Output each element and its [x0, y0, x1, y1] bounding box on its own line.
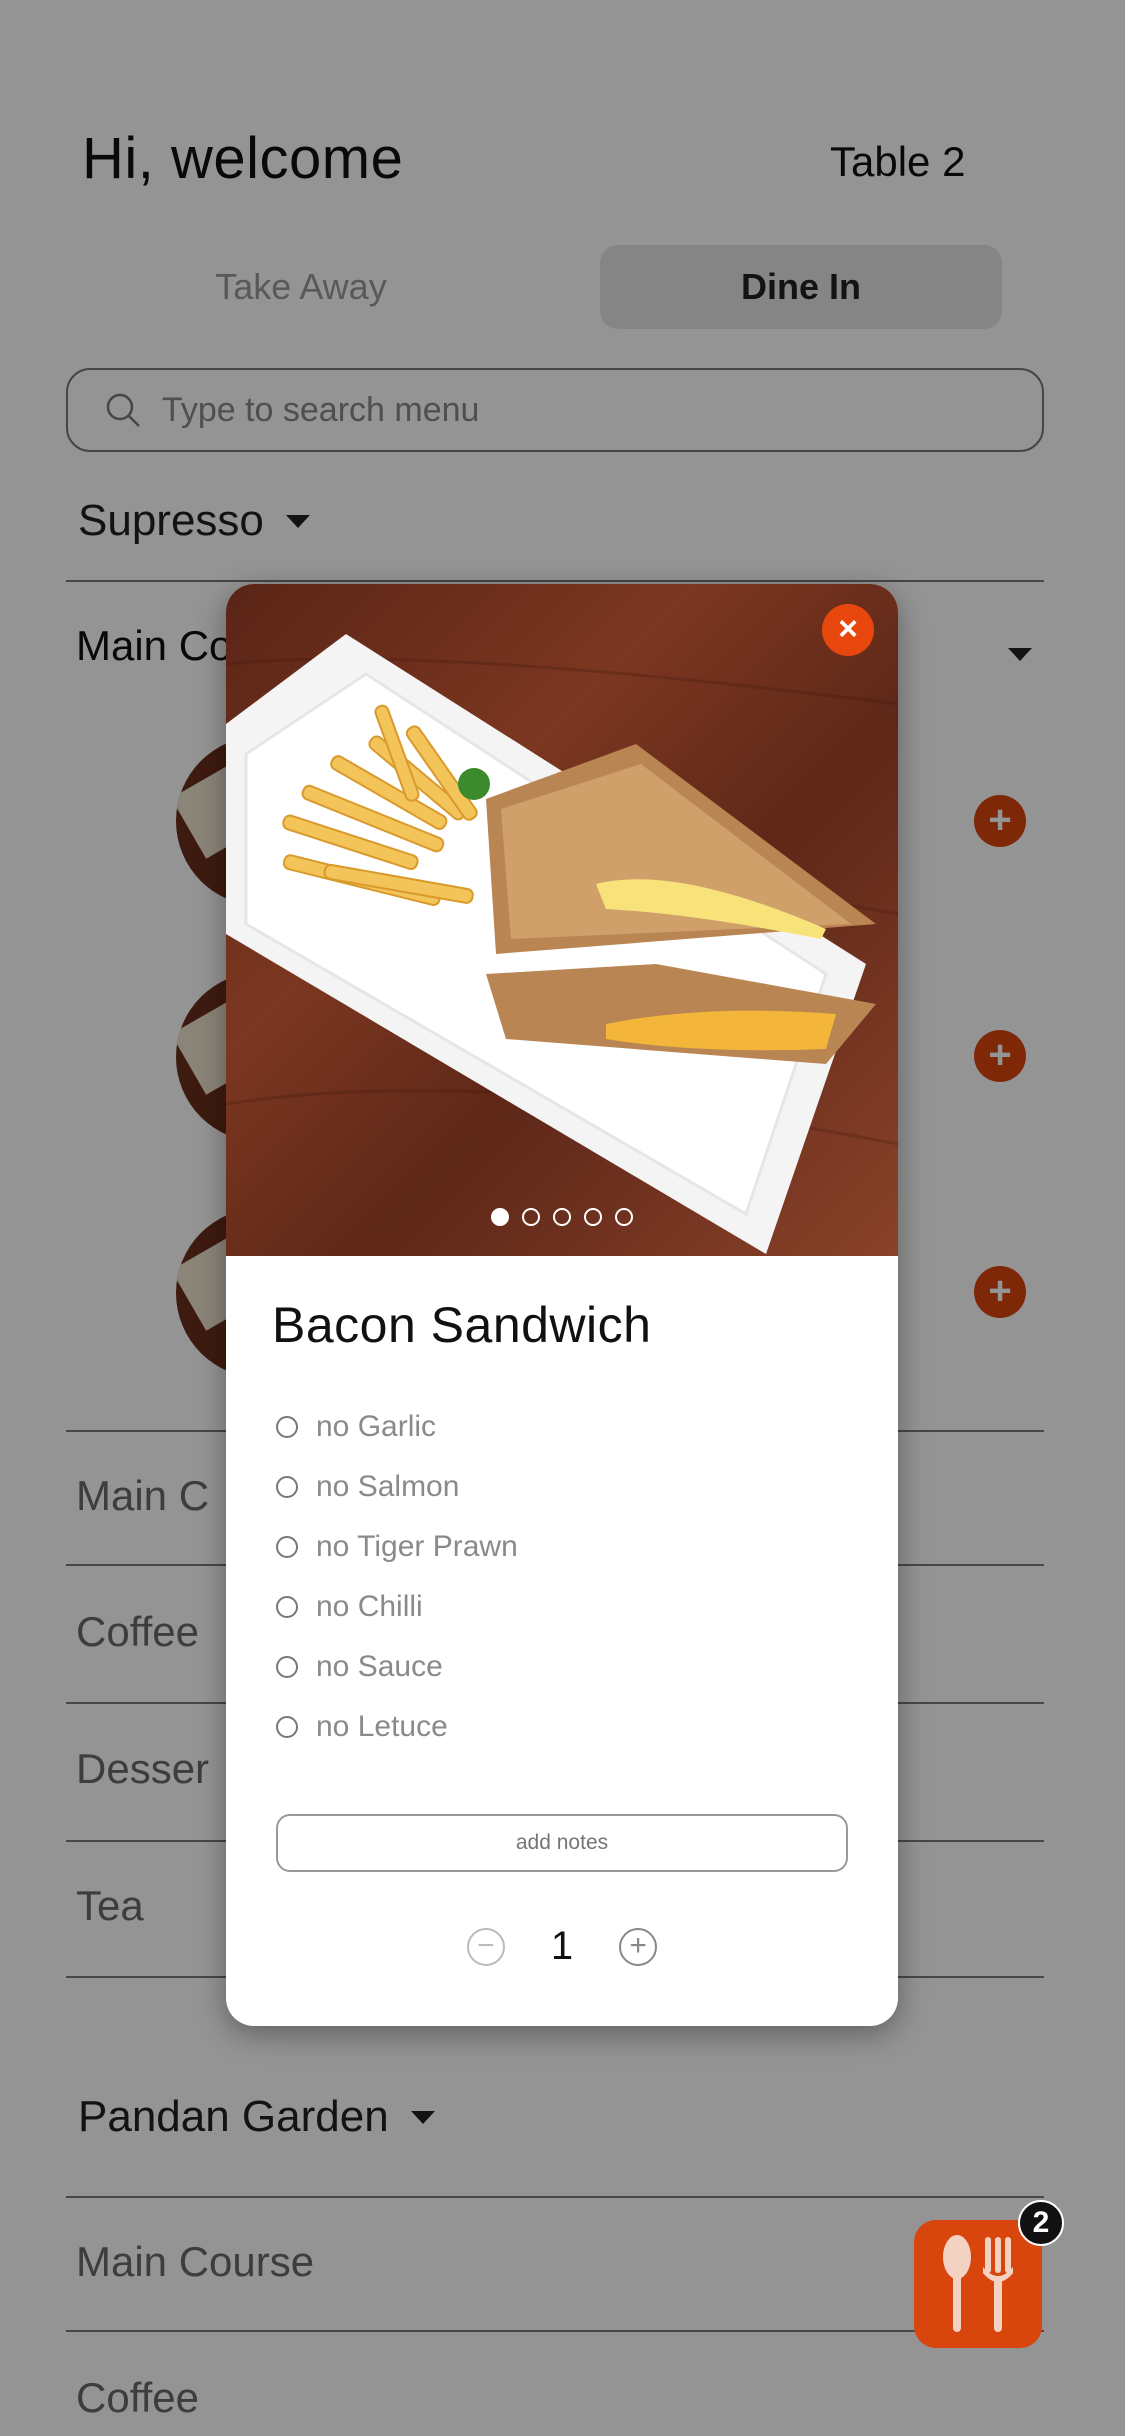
quantity-value: 1 — [550, 1924, 574, 1968]
option-label: no Chilli — [316, 1590, 423, 1623]
quantity-stepper: − 1 + — [226, 1924, 898, 1969]
radio-button[interactable] — [276, 1536, 298, 1558]
cart-button[interactable] — [914, 2220, 1042, 2348]
item-title: Bacon Sandwich — [272, 1297, 652, 1353]
item-detail-modal: × Bacon Sandwich no Garlic no Salmon no … — [226, 584, 898, 2026]
option-row[interactable]: no Garlic — [276, 1410, 436, 1444]
radio-button[interactable] — [276, 1716, 298, 1738]
carousel-dot[interactable] — [522, 1208, 540, 1226]
sandwich-image — [226, 634, 898, 1254]
option-label: no Sauce — [316, 1650, 443, 1683]
option-row[interactable]: no Tiger Prawn — [276, 1530, 518, 1564]
option-label: no Letuce — [316, 1710, 448, 1743]
option-row[interactable]: no Salmon — [276, 1470, 459, 1504]
option-label: no Tiger Prawn — [316, 1530, 518, 1563]
radio-button[interactable] — [276, 1596, 298, 1618]
utensils-icon — [943, 2235, 1013, 2332]
radio-button[interactable] — [276, 1656, 298, 1678]
radio-button[interactable] — [276, 1476, 298, 1498]
increment-button[interactable]: + — [619, 1927, 658, 1966]
notes-input[interactable] — [276, 1814, 848, 1872]
carousel-dot[interactable] — [553, 1208, 571, 1226]
radio-button[interactable] — [276, 1416, 298, 1438]
carousel-dot[interactable] — [584, 1208, 602, 1226]
close-button[interactable]: × — [822, 604, 874, 656]
carousel-dot-active[interactable] — [491, 1208, 509, 1226]
item-photo[interactable]: × — [226, 584, 898, 1256]
option-row[interactable]: no Letuce — [276, 1710, 448, 1744]
option-label: no Salmon — [316, 1470, 460, 1503]
decrement-button[interactable]: − — [466, 1927, 505, 1966]
cart-count-badge: 2 — [1018, 2200, 1064, 2246]
carousel-dots — [226, 1208, 898, 1226]
carousel-dot[interactable] — [615, 1208, 633, 1226]
option-row[interactable]: no Sauce — [276, 1650, 443, 1684]
option-label: no Garlic — [316, 1410, 437, 1443]
option-row[interactable]: no Chilli — [276, 1590, 423, 1624]
